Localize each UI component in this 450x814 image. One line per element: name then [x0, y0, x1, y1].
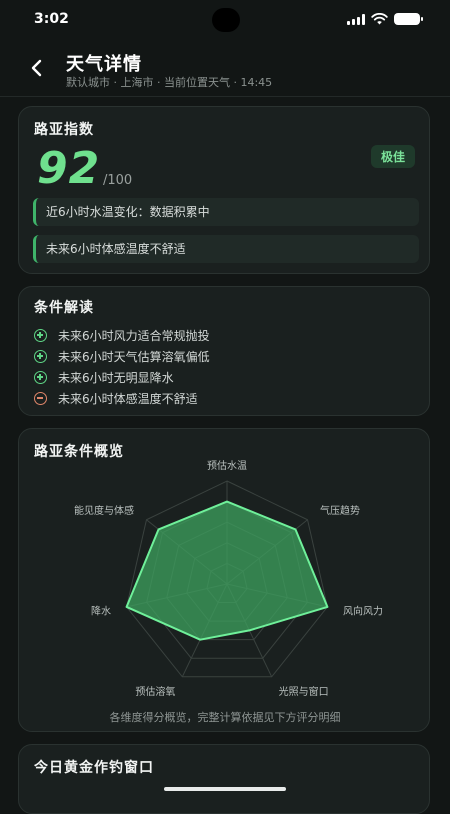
signal-icon — [347, 13, 365, 25]
page-header: 天气详情 默认城市 · 上海市 · 当前位置天气 · 14:45 — [0, 44, 450, 97]
condition-text: 未来6小时无明显降水 — [58, 371, 174, 385]
note-feels-like: 未来6小时体感温度不舒适 — [33, 235, 419, 263]
radar-axis-label: 风向风力 — [343, 605, 383, 618]
radar-chart: 预估水温气压趋势风向风力光照与窗口 预估溶氧 降水 能见度与体感 — [74, 459, 383, 698]
plus-circle-icon — [34, 371, 47, 384]
system-icons — [347, 13, 423, 25]
radar-axis-label: 能见度与体感 — [74, 504, 134, 517]
status-bar: 3:02 — [0, 0, 450, 40]
conditions-list: 未来6小时风力适合常规抛投 未来6小时天气估算溶氧偏低 未来6小时无明显降水 未… — [34, 325, 414, 409]
golden-window-title: 今日黄金作钓窗口 — [34, 760, 154, 776]
back-button[interactable] — [24, 54, 48, 82]
radar-axis-label: 预估水温 — [207, 459, 247, 472]
rating-badge: 极佳 — [370, 145, 415, 168]
home-indicator[interactable] — [164, 787, 286, 791]
list-item: 未来6小时天气估算溶氧偏低 — [34, 346, 414, 367]
camera-notch — [212, 8, 240, 32]
status-time: 3:02 — [34, 11, 69, 27]
list-item: 未来6小时无明显降水 — [34, 367, 414, 388]
minus-circle-icon — [34, 392, 47, 405]
plus-circle-icon — [34, 350, 47, 363]
radar-axis-label: 光照与窗口 — [279, 685, 329, 698]
condition-text: 未来6小时风力适合常规抛投 — [58, 329, 210, 343]
golden-window-card: 今日黄金作钓窗口 — [18, 744, 430, 814]
condition-text: 未来6小时体感温度不舒适 — [58, 392, 198, 406]
radar-axis-label: 预估溶氧 — [135, 685, 175, 698]
battery-icon — [394, 13, 423, 25]
score-value: 92 — [37, 143, 101, 194]
radar-data-area — [125, 500, 329, 641]
chevron-left-icon — [31, 59, 42, 77]
conditions-title: 条件解读 — [34, 300, 94, 316]
note-water-temp: 近6小时水温变化：数据积累中 — [33, 198, 419, 226]
list-item: 未来6小时风力适合常规抛投 — [34, 325, 414, 346]
radar-footnote: 各维度得分概览，完整计算依据见下方评分明细 — [109, 711, 341, 724]
lure-index-title: 路亚指数 — [34, 122, 94, 138]
list-item: 未来6小时体感温度不舒适 — [34, 388, 414, 409]
radar-axis-label: 气压趋势 — [320, 504, 360, 517]
page-title: 天气详情 — [66, 54, 142, 75]
conditions-card: 条件解读 未来6小时风力适合常规抛投 未来6小时天气估算溶氧偏低 未来6小时无明… — [18, 286, 430, 416]
radar-card: 路亚条件概览 预估水温 气压趋势 风向风力 光照与窗口 预估溶氧 降水 能见度与体感 各维度… — [18, 428, 430, 732]
page-subtitle: 默认城市 · 上海市 · 当前位置天气 · 14:45 — [66, 76, 273, 89]
condition-text: 未来6小时天气估算溶氧偏低 — [58, 350, 210, 364]
wifi-icon — [371, 13, 388, 25]
lure-index-card: 路亚指数 92 /100 极佳 近6小时水温变化：数据积累中 未来6小时体感温度… — [18, 106, 430, 274]
radar-axis-label: 降水 — [91, 605, 111, 618]
score-max: /100 — [103, 173, 133, 188]
plus-circle-icon — [34, 329, 47, 342]
